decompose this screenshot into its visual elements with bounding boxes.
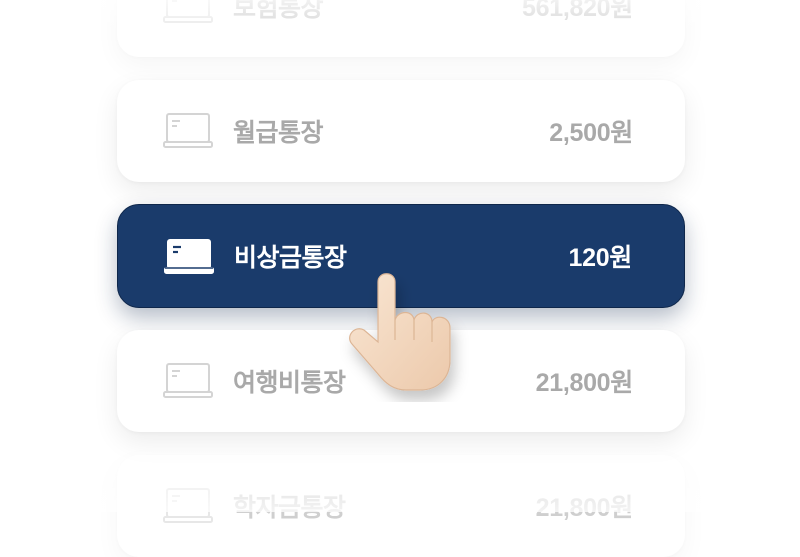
account-list: 보험통장 561,820원 월급통장 2,500원 비상금통장 120원 여행비… bbox=[0, 0, 800, 557]
account-name: 월급통장 bbox=[233, 119, 324, 147]
laptop-icon bbox=[163, 0, 213, 23]
account-card-salary[interactable]: 월급통장 2,500원 bbox=[117, 80, 685, 182]
account-name: 학자금통장 bbox=[233, 494, 346, 522]
laptop-icon bbox=[163, 113, 213, 148]
account-name: 비상금통장 bbox=[234, 244, 347, 272]
account-balance: 21,800원 bbox=[535, 494, 634, 522]
account-card-insurance[interactable]: 보험통장 561,820원 bbox=[117, 0, 685, 57]
account-name: 보험통장 bbox=[233, 0, 324, 22]
account-name: 여행비통장 bbox=[233, 369, 346, 397]
laptop-icon bbox=[163, 488, 213, 523]
pointing-hand-icon bbox=[349, 273, 451, 391]
account-balance: 120원 bbox=[568, 244, 632, 272]
account-balance: 2,500원 bbox=[549, 119, 633, 147]
account-card-tuition[interactable]: 학자금통장 21,800원 bbox=[117, 455, 685, 557]
laptop-icon bbox=[163, 363, 213, 398]
laptop-icon bbox=[164, 239, 214, 274]
account-balance: 561,820원 bbox=[522, 0, 633, 22]
account-balance: 21,800원 bbox=[535, 369, 634, 397]
